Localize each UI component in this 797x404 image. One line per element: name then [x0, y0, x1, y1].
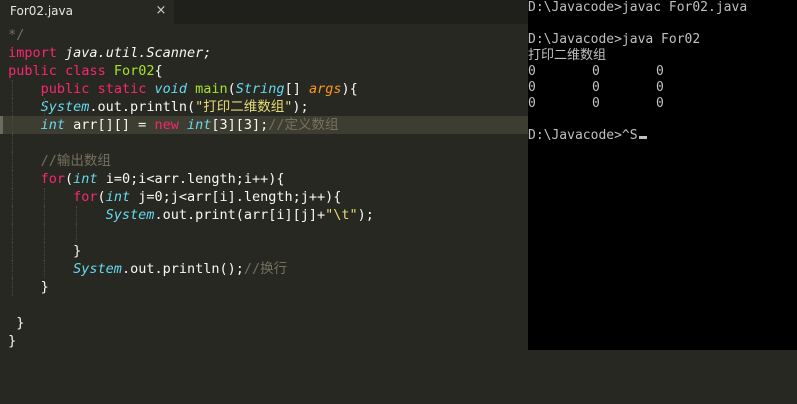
- text-cursor: [638, 136, 647, 139]
- code-text: j=0;j<arr[i].length;j++){: [130, 189, 342, 205]
- code-text: (: [97, 189, 106, 205]
- code-text: }: [16, 315, 25, 331]
- tab-for02-java[interactable]: For02.java ×: [0, 0, 174, 24]
- keyword: for: [40, 171, 66, 187]
- code-line: }: [0, 332, 528, 350]
- function-name: main: [195, 81, 228, 97]
- output-value: 0: [656, 80, 664, 95]
- type: String: [235, 81, 285, 97]
- code-line: [0, 134, 528, 152]
- code-text: .out.println(: [89, 99, 196, 115]
- parameter: args: [308, 81, 342, 97]
- type: void: [154, 81, 187, 97]
- code-text: (: [65, 171, 74, 187]
- type: int: [40, 117, 66, 133]
- code-line: */: [0, 26, 528, 44]
- code-line: System.out.print(arr[i][j]+"\t");: [0, 206, 528, 224]
- code-line: }: [0, 242, 528, 260]
- keyword: import: [8, 45, 57, 61]
- code-text: ){: [341, 81, 358, 97]
- tab-bar: For02.java ×: [0, 0, 528, 24]
- output-row: 0 0 0: [528, 64, 797, 80]
- output-value: 0: [528, 64, 536, 79]
- output-value: 0: [528, 96, 536, 111]
- keyword: static: [97, 81, 147, 97]
- output-value: 0: [528, 80, 536, 95]
- keyword: public: [8, 63, 57, 79]
- keyword: class: [65, 63, 106, 79]
- code-text: arr[][] =: [65, 117, 155, 133]
- output-row: 0 0 0: [528, 96, 797, 112]
- code-line: System.out.println("打印二维数组");: [0, 98, 528, 116]
- output-value: 0: [592, 64, 600, 79]
- output-value: 0: [592, 96, 600, 111]
- code-line: System.out.println();//换行: [0, 260, 528, 278]
- console-prompt-line[interactable]: D:\Javacode>^S: [528, 128, 797, 144]
- code-line: }: [0, 278, 528, 296]
- code-text: [3][3];: [211, 117, 269, 133]
- close-icon[interactable]: ×: [154, 3, 168, 19]
- code-text: i=0;i<arr.length;i++){: [97, 171, 285, 187]
- keyword: public: [40, 81, 90, 97]
- console-prompt: D:\Javacode>^S: [528, 128, 638, 143]
- code-line: for(int i=0;i<arr.length;i++){: [0, 170, 528, 188]
- code-text: {: [154, 63, 163, 79]
- code-text: );: [292, 99, 309, 115]
- code-line: import java.util.Scanner;: [0, 44, 528, 62]
- output-value: 0: [656, 64, 664, 79]
- output-value: 0: [592, 80, 600, 95]
- code-text: .out.print(arr[i][j]+: [154, 207, 326, 223]
- console-line: D:\Javacode>javac For02.java: [528, 0, 748, 15]
- console-line: 打印二维数组: [528, 48, 607, 63]
- code-line: //输出数组: [0, 152, 528, 170]
- class-name: System: [73, 261, 122, 277]
- code-text: }: [73, 243, 82, 259]
- comment-text: //输出数组: [40, 153, 111, 169]
- console-line: D:\Javacode>java For02: [528, 32, 701, 47]
- code-text: }: [8, 333, 17, 349]
- comment-text: */: [0, 27, 25, 43]
- class-name: System: [105, 207, 155, 223]
- class-name: For02: [113, 63, 155, 79]
- comment-text: //定义数组: [268, 117, 339, 133]
- code-line: for(int j=0;j<arr[i].length;j++){: [0, 188, 528, 206]
- keyword: for: [73, 189, 98, 205]
- code-line: }: [0, 314, 528, 332]
- code-line-current: int arr[][] = new int[3][3];//定义数组: [0, 116, 528, 134]
- keyword: new: [154, 117, 179, 133]
- output-value: 0: [656, 96, 664, 111]
- code-line: public class For02{: [0, 62, 528, 80]
- string-literal: "打印二维数组": [195, 99, 293, 115]
- output-row: 0 0 0: [528, 80, 797, 96]
- code-editor[interactable]: For02.java × */ import java.util.Scanner…: [0, 0, 528, 404]
- code-text: (: [227, 81, 236, 97]
- console-window[interactable]: D:\Javacode>javac For02.java D:\Javacode…: [528, 0, 797, 350]
- tab-title: For02.java: [10, 4, 73, 18]
- class-name: System: [40, 99, 90, 115]
- code-text: );: [357, 207, 374, 223]
- code-text: []: [284, 81, 309, 97]
- code-text: }: [40, 279, 49, 295]
- type: int: [105, 189, 131, 205]
- code-text: java.util.Scanner;: [56, 45, 212, 61]
- type: int: [73, 171, 98, 187]
- code-line: public static void main(String[] args){: [0, 80, 528, 98]
- type: int: [186, 117, 212, 133]
- code-line: [0, 224, 528, 242]
- code-area[interactable]: */ import java.util.Scanner; public clas…: [0, 26, 528, 350]
- console-output: D:\Javacode>javac For02.java D:\Javacode…: [528, 0, 797, 144]
- string-literal: "\t": [325, 207, 358, 223]
- code-text: .out.println();: [121, 261, 244, 277]
- current-line-marker: [0, 116, 3, 134]
- comment-text: //换行: [243, 261, 288, 277]
